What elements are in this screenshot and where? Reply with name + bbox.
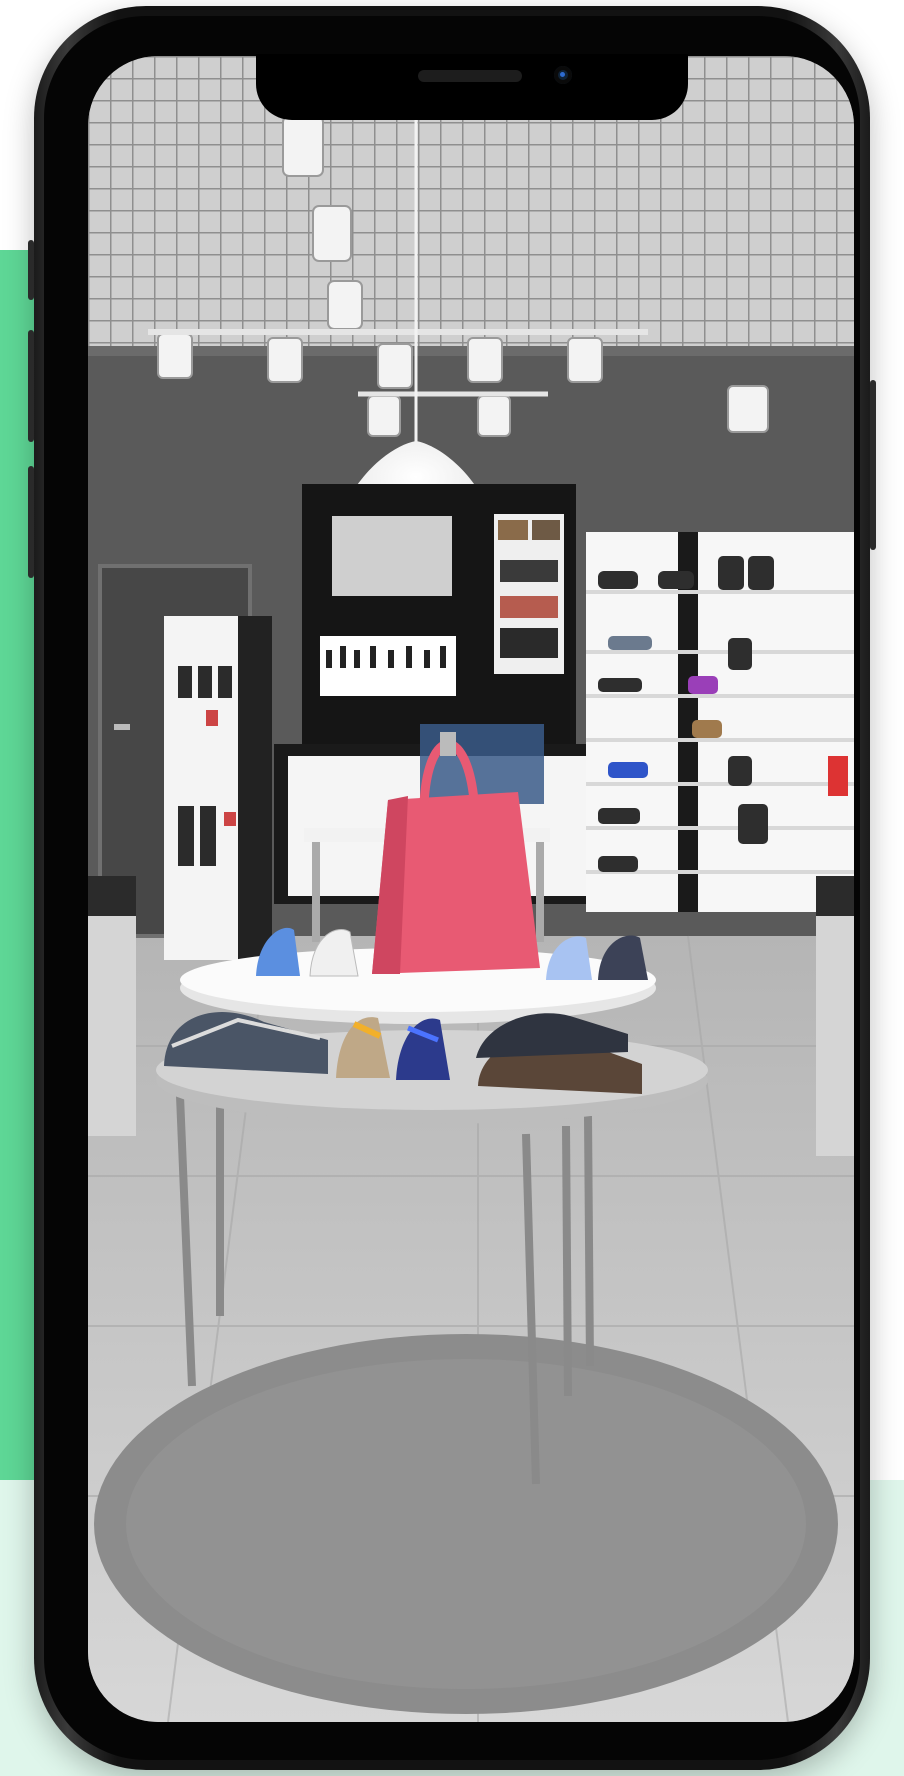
side-button-power bbox=[870, 380, 876, 550]
phone-screen bbox=[88, 56, 854, 1722]
store-photo bbox=[88, 56, 854, 1722]
front-camera-icon bbox=[554, 66, 572, 84]
notch bbox=[256, 54, 688, 120]
side-button-volume-up bbox=[28, 330, 34, 442]
bench-right bbox=[816, 876, 854, 1156]
side-button-silent bbox=[28, 240, 34, 300]
speaker-grille-icon bbox=[418, 70, 522, 82]
side-button-volume-down bbox=[28, 466, 34, 578]
